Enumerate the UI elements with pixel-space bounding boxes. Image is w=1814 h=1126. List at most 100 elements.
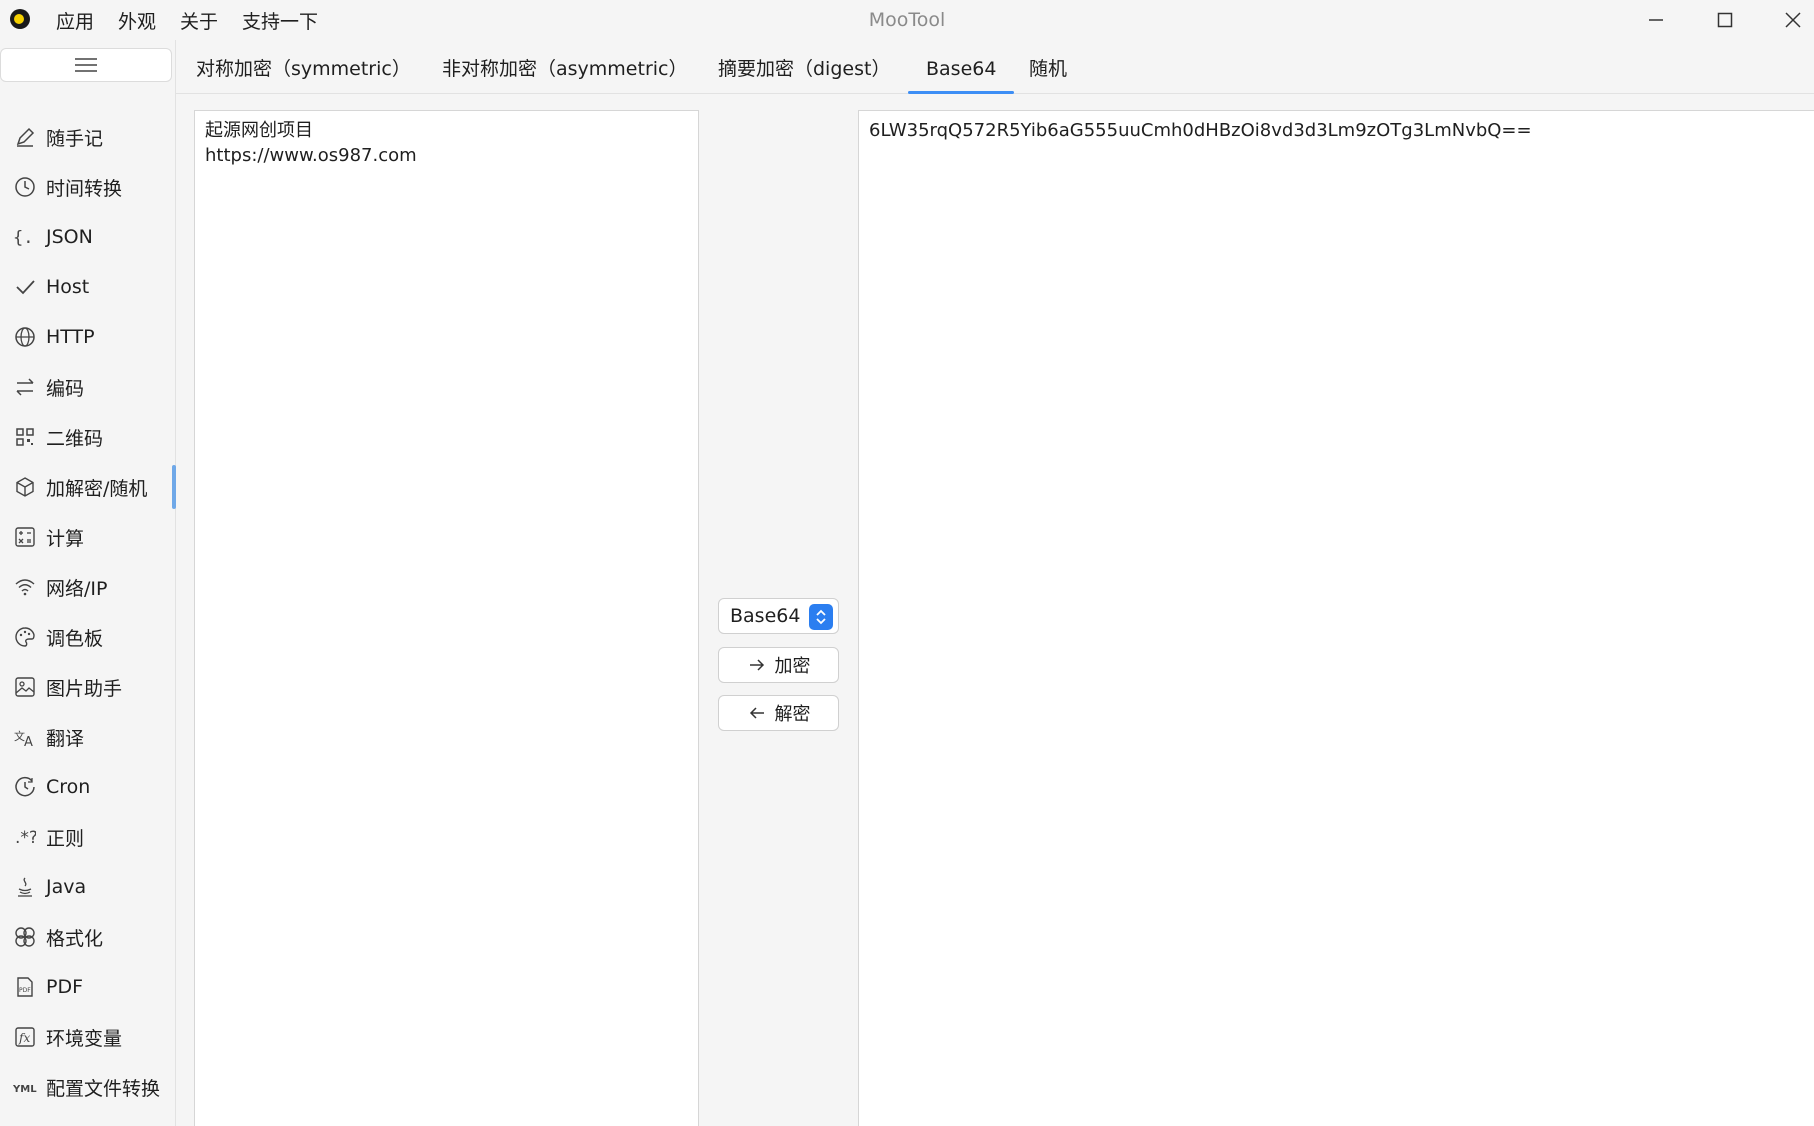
menu-bar: 应用 外观 关于 支持一下 <box>56 0 342 40</box>
close-button[interactable] <box>1760 0 1814 40</box>
swap-arrows-icon <box>12 374 38 400</box>
clock-icon <box>12 174 38 200</box>
sidebar-nav: 随手记 时间转换 {..} JSON Host HTTP 编码 二维码 加解密/ <box>0 112 176 1112</box>
regex-icon: .*? <box>12 824 38 850</box>
sidebar-item-label: 翻译 <box>46 727 85 750</box>
select-arrows-icon <box>809 604 833 630</box>
pencil-icon <box>12 124 38 150</box>
maximize-icon <box>1717 12 1733 28</box>
crypto-tabs: 对称加密（symmetric） 非对称加密（asymmetric） 摘要加密（d… <box>176 40 1814 94</box>
translate-icon: 文A <box>12 724 38 750</box>
sidebar-item-network[interactable]: 网络/IP <box>0 562 176 612</box>
sidebar-item-label: 编码 <box>46 377 85 400</box>
sidebar-item-label: Host <box>46 276 90 298</box>
sidebar-item-label: 随手记 <box>46 127 104 150</box>
arrow-left-icon <box>747 703 767 723</box>
output-textarea[interactable]: 6LW35rqQ572R5Yib6aG555uuCmh0dHBzOi8vd3d3… <box>858 110 1814 1126</box>
cube-icon <box>12 474 38 500</box>
tab-symmetric[interactable]: 对称加密（symmetric） <box>196 40 411 94</box>
sidebar-item-cron[interactable]: Cron <box>0 762 176 812</box>
sidebar-item-calculate[interactable]: 计算 <box>0 512 176 562</box>
sidebar-item-crypto[interactable]: 加解密/随机 <box>0 462 176 512</box>
svg-text:.*?: .*? <box>15 828 36 848</box>
sidebar-item-label: HTTP <box>46 326 95 348</box>
svg-text:{..}: {..} <box>13 228 37 248</box>
yaml-icon: YML <box>12 1074 38 1100</box>
svg-text:YML: YML <box>13 1084 37 1095</box>
mode-select[interactable]: Base64 <box>718 598 839 634</box>
mode-select-value: Base64 <box>730 605 801 627</box>
svg-text:A: A <box>24 735 33 748</box>
tab-random[interactable]: 随机 <box>1029 40 1067 94</box>
menu-app[interactable]: 应用 <box>56 7 94 34</box>
minimize-icon <box>1649 19 1663 21</box>
braces-icon: {..} <box>12 224 38 250</box>
cron-clock-icon <box>12 774 38 800</box>
hamburger-icon <box>75 58 97 72</box>
sidebar-item-label: 计算 <box>46 527 85 550</box>
sidebar: 随手记 时间转换 {..} JSON Host HTTP 编码 二维码 加解密/ <box>0 40 176 1126</box>
sidebar-item-java[interactable]: Java <box>0 862 176 912</box>
sidebar-item-json[interactable]: {..} JSON <box>0 212 176 262</box>
sidebar-item-http[interactable]: HTTP <box>0 312 176 362</box>
java-icon <box>12 874 38 900</box>
decrypt-button[interactable]: 解密 <box>718 695 839 731</box>
maximize-button[interactable] <box>1692 0 1758 40</box>
sidebar-item-label: 网络/IP <box>46 577 108 600</box>
sidebar-item-label: Java <box>46 876 87 898</box>
function-icon: fx <box>12 1024 38 1050</box>
sidebar-item-translate[interactable]: 文A 翻译 <box>0 712 176 762</box>
input-textarea[interactable]: 起源网创项目 https://www.os987.com <box>194 110 699 1126</box>
sidebar-toggle-button[interactable] <box>0 48 172 82</box>
sidebar-item-label: Cron <box>46 776 91 798</box>
encrypt-button-label: 加密 <box>774 656 811 677</box>
sidebar-item-regex[interactable]: .*? 正则 <box>0 812 176 862</box>
tab-asymmetric[interactable]: 非对称加密（asymmetric） <box>442 40 687 94</box>
encrypt-button[interactable]: 加密 <box>718 647 839 683</box>
close-icon <box>1785 12 1801 28</box>
sidebar-item-label: 图片助手 <box>46 677 123 700</box>
sidebar-item-label: JSON <box>46 226 93 248</box>
sidebar-item-label: 二维码 <box>46 427 104 450</box>
wifi-icon <box>12 574 38 600</box>
sidebar-item-label: 调色板 <box>46 627 104 650</box>
svg-text:PDF: PDF <box>19 987 31 994</box>
globe-icon <box>12 324 38 350</box>
sidebar-item-encoding[interactable]: 编码 <box>0 362 176 412</box>
sidebar-item-time-convert[interactable]: 时间转换 <box>0 162 176 212</box>
sidebar-item-label: 加解密/随机 <box>46 477 148 500</box>
minimize-button[interactable] <box>1623 0 1689 40</box>
arrow-right-icon <box>747 655 767 675</box>
sidebar-item-config-convert[interactable]: YML 配置文件转换 <box>0 1062 176 1112</box>
sidebar-item-host[interactable]: Host <box>0 262 176 312</box>
palette-icon <box>12 624 38 650</box>
decrypt-button-label: 解密 <box>774 704 811 725</box>
svg-text:fx: fx <box>18 1031 30 1045</box>
format-icon <box>12 924 38 950</box>
sidebar-item-label: 时间转换 <box>46 177 123 200</box>
sidebar-item-qrcode[interactable]: 二维码 <box>0 412 176 462</box>
menu-about[interactable]: 关于 <box>180 7 218 34</box>
sidebar-item-format[interactable]: 格式化 <box>0 912 176 962</box>
check-icon <box>12 274 38 300</box>
sidebar-item-pdf[interactable]: PDF PDF <box>0 962 176 1012</box>
pdf-icon: PDF <box>12 974 38 1000</box>
sidebar-item-label: PDF <box>46 976 84 998</box>
sidebar-item-label: 正则 <box>46 827 85 850</box>
title-bar: 应用 外观 关于 支持一下 MooTool <box>0 0 1814 40</box>
tab-digest[interactable]: 摘要加密（digest） <box>718 40 890 94</box>
qrcode-icon <box>12 424 38 450</box>
sidebar-item-env[interactable]: fx 环境变量 <box>0 1012 176 1062</box>
sidebar-item-palette[interactable]: 调色板 <box>0 612 176 662</box>
sidebar-item-notes[interactable]: 随手记 <box>0 112 176 162</box>
sidebar-item-label: 配置文件转换 <box>46 1077 161 1100</box>
sidebar-item-label: 格式化 <box>46 927 104 950</box>
menu-appearance[interactable]: 外观 <box>118 7 156 34</box>
tab-base64[interactable]: Base64 <box>907 40 1016 94</box>
menu-support[interactable]: 支持一下 <box>242 7 318 34</box>
sidebar-item-image[interactable]: 图片助手 <box>0 662 176 712</box>
image-icon <box>12 674 38 700</box>
app-logo-icon <box>10 9 30 29</box>
calculator-icon <box>12 524 38 550</box>
sidebar-item-label: 环境变量 <box>46 1027 123 1050</box>
